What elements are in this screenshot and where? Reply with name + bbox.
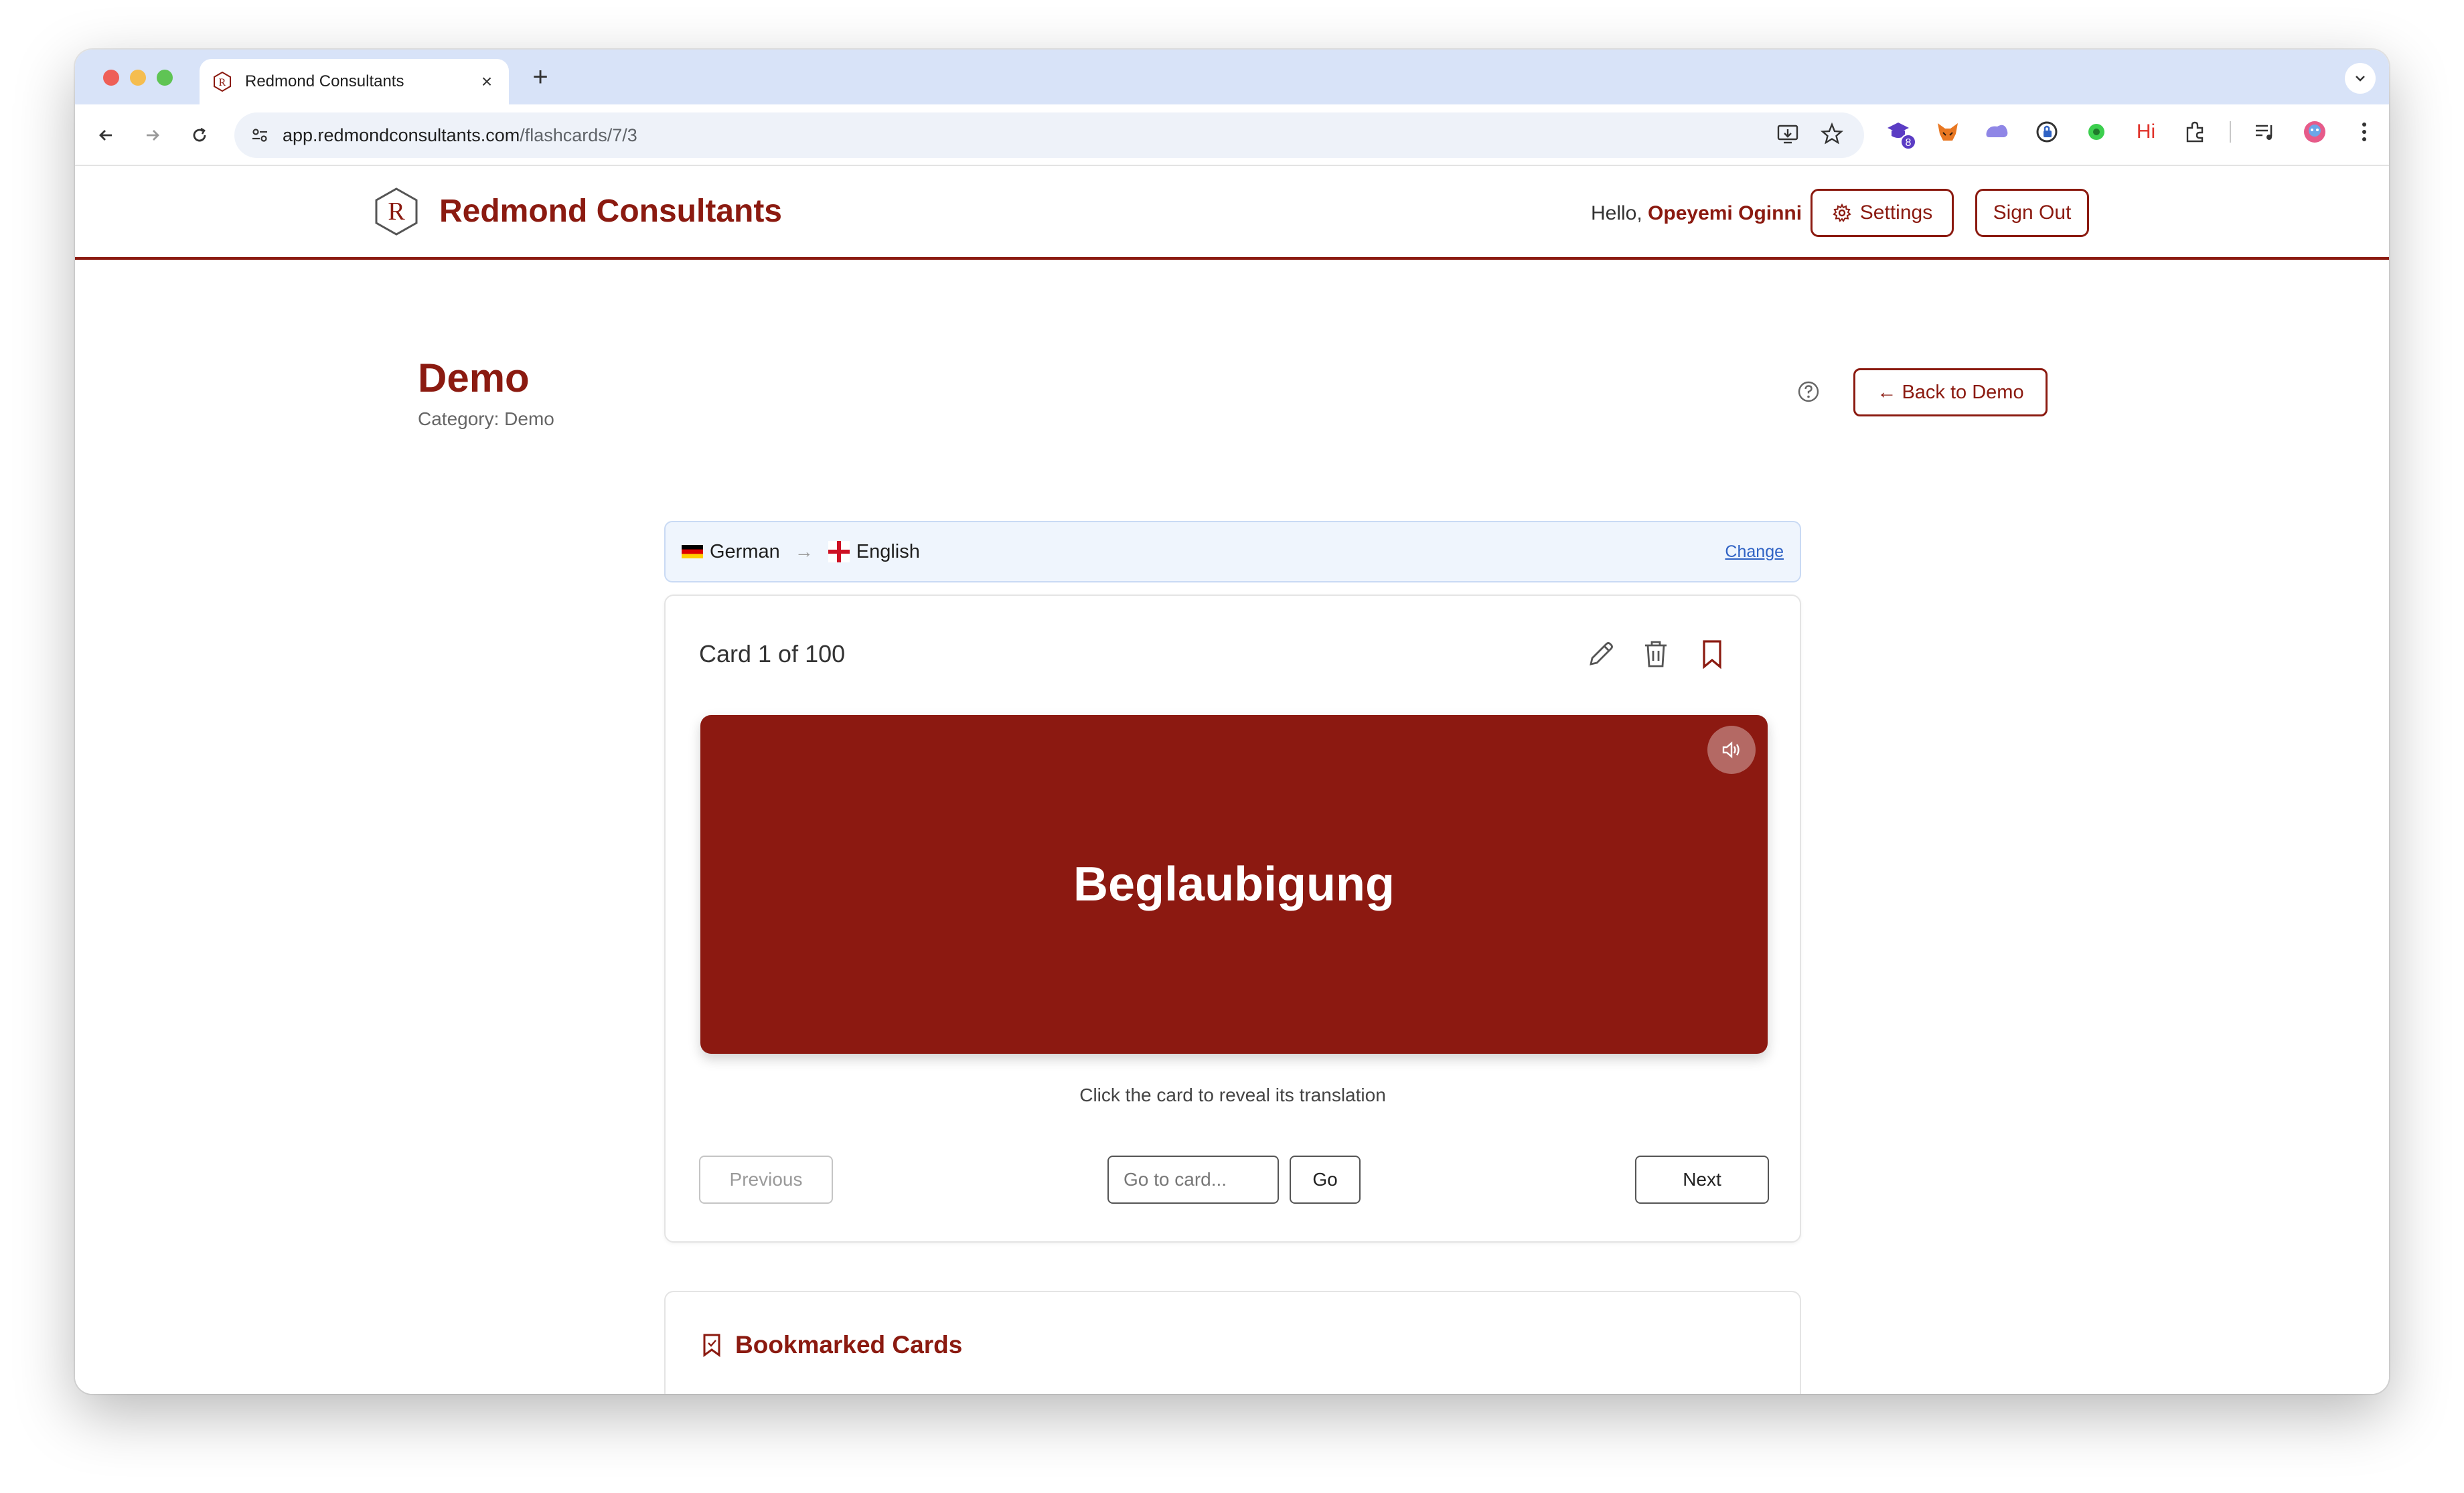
delete-card-button[interactable] — [1638, 636, 1674, 672]
page-content: R Redmond Consultants Hello, Opeyemi Ogi… — [75, 166, 2389, 1394]
gear-icon — [1833, 203, 1851, 222]
fox-icon — [1938, 123, 1958, 141]
greeting-prefix: Hello, — [1591, 202, 1648, 224]
user-name: Opeyemi Oginni — [1648, 202, 1802, 224]
go-to-card-input[interactable] — [1107, 1156, 1279, 1204]
back-nav-button[interactable] — [91, 121, 121, 150]
brand-name[interactable]: Redmond Consultants — [439, 193, 782, 230]
browser-tab[interactable]: R Redmond Consultants × — [200, 59, 509, 104]
settings-button[interactable]: Settings — [1811, 189, 1954, 237]
reload-button[interactable] — [185, 121, 214, 150]
green-dot-icon — [2088, 124, 2104, 140]
url-domain: app.redmondconsultants.com — [283, 125, 520, 145]
bookmark-star-icon[interactable] — [1820, 122, 1844, 146]
arrow-left-icon — [99, 130, 112, 141]
media-controls-icon[interactable] — [2250, 116, 2281, 147]
bookmarked-cards-title: Bookmarked Cards — [735, 1331, 963, 1358]
minimize-window-button[interactable] — [130, 70, 146, 86]
settings-label: Settings — [1859, 202, 1933, 224]
lock-circle-icon — [2036, 121, 2058, 143]
bookmark-card-button[interactable] — [1694, 636, 1730, 672]
extensions-area: 8 Hi — [1883, 116, 2380, 150]
extension-cloud-icon[interactable] — [1982, 116, 2013, 147]
puzzle-icon — [2186, 121, 2204, 143]
pencil-icon — [1590, 642, 1613, 665]
trash-icon — [1645, 641, 1667, 667]
kebab-menu-icon — [2362, 123, 2366, 141]
sign-out-button[interactable]: Sign Out — [1975, 189, 2089, 237]
extension-green-dot-icon[interactable] — [2081, 116, 2112, 147]
go-button[interactable]: Go — [1290, 1156, 1361, 1204]
extension-hi-icon[interactable]: Hi — [2131, 116, 2161, 147]
site-settings-icon[interactable] — [250, 126, 269, 145]
help-icon[interactable] — [1796, 379, 1821, 404]
extension-fox-icon[interactable] — [1932, 116, 1963, 147]
reload-icon — [193, 127, 206, 142]
tab-close-icon[interactable]: × — [477, 71, 497, 92]
site-header: R Redmond Consultants Hello, Opeyemi Ogi… — [75, 166, 2389, 260]
previous-card-button[interactable]: Previous — [699, 1156, 833, 1204]
chevron-down-icon — [2356, 76, 2365, 82]
toolbar-divider — [2230, 121, 2231, 143]
close-window-button[interactable] — [103, 70, 119, 86]
site-favicon-icon: R — [214, 71, 231, 92]
england-flag-icon — [828, 541, 850, 562]
language-pair-bar: German → English Change — [664, 521, 1801, 582]
arrow-right-icon — [147, 130, 159, 141]
extension-lock-icon[interactable] — [2031, 116, 2062, 147]
playlist-icon — [2256, 125, 2273, 140]
url-path: /flashcards/7/3 — [520, 125, 637, 145]
edit-card-button[interactable] — [1583, 636, 1619, 672]
address-bar[interactable]: app.redmondconsultants.com/flashcards/7/… — [234, 112, 1864, 158]
browser-menu-icon[interactable] — [2349, 116, 2380, 147]
change-language-link[interactable]: Change — [1725, 542, 1784, 562]
source-language-label: German — [710, 540, 780, 562]
svg-text:R: R — [388, 198, 405, 226]
bookmark-icon — [1703, 640, 1721, 670]
bookmarked-cards-panel: Bookmarked Cards — [664, 1291, 1801, 1394]
profile-avatar[interactable] — [2299, 116, 2330, 147]
page-title: Demo — [418, 356, 530, 400]
maximize-window-button[interactable] — [157, 70, 173, 86]
extension-badge: 8 — [1900, 134, 1916, 150]
bookmark-icon — [703, 1334, 720, 1357]
next-card-button[interactable]: Next — [1635, 1156, 1769, 1204]
browser-window: R Redmond Consultants × + app.redmondcon… — [75, 50, 2389, 1394]
new-tab-button[interactable]: + — [525, 62, 556, 92]
svg-text:R: R — [219, 77, 226, 88]
tab-bar: R Redmond Consultants × + — [75, 50, 2389, 104]
flashcard-panel: Card 1 of 100 Beglaubigung Click the car… — [664, 595, 1801, 1243]
extension-hat-icon[interactable]: 8 — [1883, 116, 1916, 150]
source-language: German — [682, 541, 780, 563]
user-greeting: Hello, Opeyemi Oginni — [1591, 202, 1802, 225]
browser-toolbar: app.redmondconsultants.com/flashcards/7/… — [75, 104, 2389, 166]
german-flag-icon — [682, 545, 703, 558]
flashcard-word: Beglaubigung — [1073, 858, 1395, 911]
url-text: app.redmondconsultants.com/flashcards/7/… — [283, 125, 637, 146]
language-arrow-icon: → — [794, 541, 814, 562]
speaker-icon — [1722, 741, 1740, 759]
deck-category: Category: Demo — [418, 408, 554, 429]
install-app-icon[interactable] — [1776, 122, 1800, 146]
flashcard[interactable]: Beglaubigung — [700, 715, 1768, 1054]
extensions-puzzle-icon[interactable] — [2180, 116, 2211, 147]
tab-search-button[interactable] — [2345, 63, 2376, 94]
target-language-label: English — [856, 540, 920, 562]
target-language: English — [828, 541, 920, 563]
avatar-icon — [2304, 121, 2325, 143]
reveal-hint: Click the card to reveal its translation — [1079, 1085, 1386, 1105]
back-to-deck-button[interactable]: ← Back to Demo — [1853, 368, 2048, 416]
play-audio-button[interactable] — [1707, 726, 1756, 774]
brand-logo-icon[interactable]: R — [371, 186, 422, 237]
tab-title: Redmond Consultants — [245, 72, 404, 90]
card-counter: Card 1 of 100 — [699, 640, 846, 667]
cloud-icon — [1986, 125, 2008, 137]
forward-nav-button[interactable] — [138, 121, 167, 150]
